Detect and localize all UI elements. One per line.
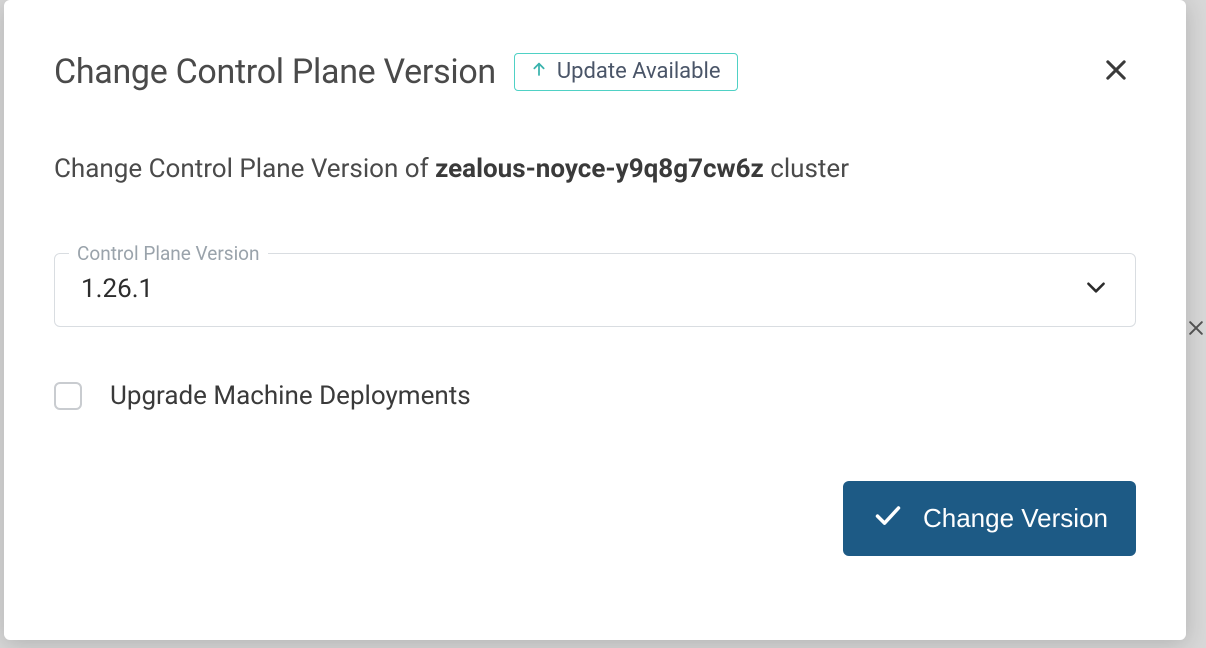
cluster-name: zealous-noyce-y9q8g7cw6z xyxy=(435,154,764,184)
description-suffix: cluster xyxy=(764,154,849,184)
close-icon xyxy=(1102,72,1130,87)
close-button[interactable] xyxy=(1096,50,1136,93)
change-version-button[interactable]: Change Version xyxy=(843,481,1136,556)
description-prefix: Change Control Plane Version of xyxy=(54,154,435,184)
primary-button-label: Change Version xyxy=(923,503,1108,534)
checkbox-label: Upgrade Machine Deployments xyxy=(110,381,471,411)
checkbox-box xyxy=(54,382,82,410)
upgrade-deployments-checkbox[interactable]: Upgrade Machine Deployments xyxy=(54,381,1136,411)
modal-title: Change Control Plane Version xyxy=(54,52,496,92)
chevron-down-icon xyxy=(1083,274,1109,304)
field-label: Control Plane Version xyxy=(69,242,268,265)
check-icon xyxy=(871,501,905,536)
update-available-badge: Update Available xyxy=(514,53,738,91)
version-value: 1.26.1 xyxy=(81,274,153,304)
backdrop-close-icon xyxy=(1186,318,1206,342)
change-version-modal: Change Control Plane Version Update Avai… xyxy=(4,0,1186,640)
badge-label: Update Available xyxy=(557,59,721,84)
modal-footer: Change Version xyxy=(54,481,1136,556)
arrow-up-icon xyxy=(531,59,547,85)
modal-header: Change Control Plane Version Update Avai… xyxy=(54,50,1136,93)
modal-description: Change Control Plane Version of zealous-… xyxy=(54,153,1136,187)
control-plane-version-field: Control Plane Version 1.26.1 xyxy=(54,253,1136,327)
